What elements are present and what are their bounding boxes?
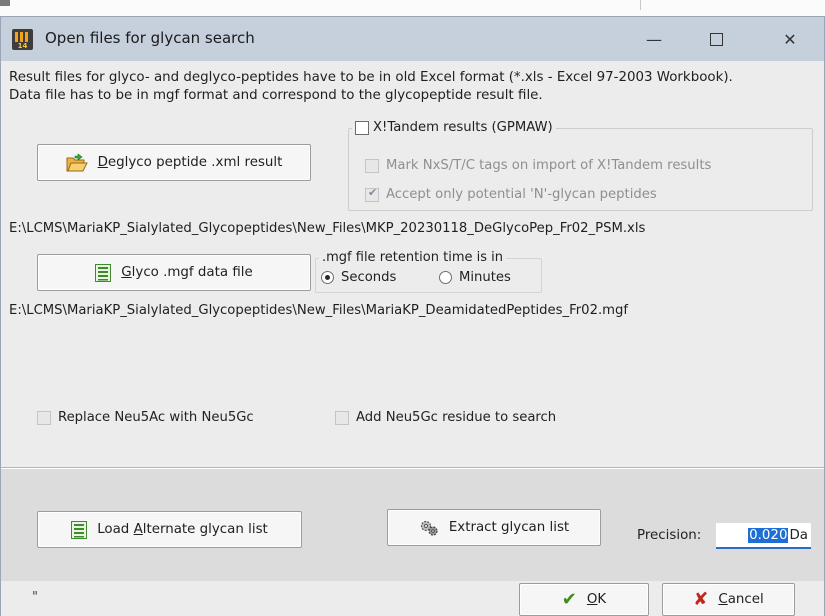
instructions-line-1: Result files for glyco- and deglyco-pept… [9,70,733,85]
replace-neu5ac-checkbox[interactable] [37,410,51,425]
accept-n-glycan-option: Accept only potential 'N'-glycan peptide… [365,186,657,202]
seconds-radio[interactable] [321,271,334,284]
close-icon: ✕ [783,29,797,49]
deglyco-result-button-label: Deglyco peptide .xml result [97,155,283,170]
instructions-line-2: Data file has to be in mgf format and co… [9,88,543,103]
add-neu5gc-label: Add Neu5Gc residue to search [356,410,557,425]
minimize-icon: — [646,29,662,49]
seconds-option[interactable]: Seconds [321,270,396,285]
xtandem-label: X!Tandem results (GPMAW) [373,120,553,135]
load-alternate-glycan-button[interactable]: Load Alternate glycan list [37,511,302,548]
add-neu5gc-checkbox[interactable] [335,410,349,425]
status-text: " [32,590,38,605]
glyco-mgf-button-label: Glyco .mgf data file [121,265,253,280]
accept-n-glycan-checkbox [365,186,379,202]
precision-value: 0.020 [748,527,789,543]
app-icon: 14 [12,29,33,50]
minutes-radio[interactable] [439,271,452,284]
seconds-label: Seconds [341,270,397,285]
add-neu5gc-option[interactable]: Add Neu5Gc residue to search [335,410,556,425]
glyco-mgf-button[interactable]: Glyco .mgf data file [37,254,311,291]
retention-label: .mgf file retention time is in [319,250,506,265]
maximize-icon [709,32,723,46]
data-file-icon [95,263,112,282]
folder-open-icon [66,152,88,171]
minutes-option[interactable]: Minutes [439,270,511,285]
accept-n-glycan-label: Accept only potential 'N'-glycan peptide… [386,187,657,202]
dialog-window: 14 Open files for glycan search — ✕ Resu… [0,16,825,616]
load-alternate-glycan-label: Load Alternate glycan list [97,522,268,537]
cancel-button-label: Cancel [718,592,764,607]
background-strip [0,0,825,16]
precision-unit: Da [789,527,808,543]
background-fragment [0,0,10,6]
glyco-file-path: E:\LCMS\MariaKP_Sialylated_Glycopeptides… [9,303,629,318]
maximize-button[interactable] [693,21,739,57]
ok-button[interactable]: ✔ OK [519,583,649,616]
instructions-text: Result files for glyco- and deglyco-pept… [9,69,821,105]
window-title: Open files for glycan search [45,29,255,47]
gears-icon [420,520,438,536]
deglyco-file-path: E:\LCMS\MariaKP_Sialylated_Glycopeptides… [9,221,646,236]
cancel-button[interactable]: ✘ Cancel [662,583,795,616]
ok-button-label: OK [586,592,607,607]
precision-input[interactable]: 0.020 Da [716,523,811,549]
checkmark-icon: ✔ [561,589,577,610]
x-icon: ✘ [693,589,709,610]
title-bar[interactable]: 14 Open files for glycan search — ✕ [1,17,824,61]
xtandem-checkbox-row[interactable]: X!Tandem results (GPMAW) [352,120,556,135]
background-fragment [640,0,641,10]
deglyco-result-button[interactable]: Deglyco peptide .xml result [37,144,311,181]
extract-glycan-button[interactable]: Extract glycan list [387,509,601,546]
mark-tags-label: Mark NxS/T/C tags on import of X!Tandem … [386,158,712,173]
mark-tags-option: Mark NxS/T/C tags on import of X!Tandem … [365,158,711,173]
extract-glycan-label: Extract glycan list [448,520,570,535]
replace-neu5ac-option[interactable]: Replace Neu5Ac with Neu5Gc [37,410,254,425]
xtandem-checkbox[interactable] [355,120,369,135]
replace-neu5ac-label: Replace Neu5Ac with Neu5Gc [58,410,254,425]
minutes-label: Minutes [459,270,511,285]
minimize-button[interactable]: — [631,21,677,57]
list-icon [71,520,88,539]
precision-label: Precision: [637,528,702,543]
mark-tags-checkbox [365,158,379,173]
close-button[interactable]: ✕ [767,21,813,57]
